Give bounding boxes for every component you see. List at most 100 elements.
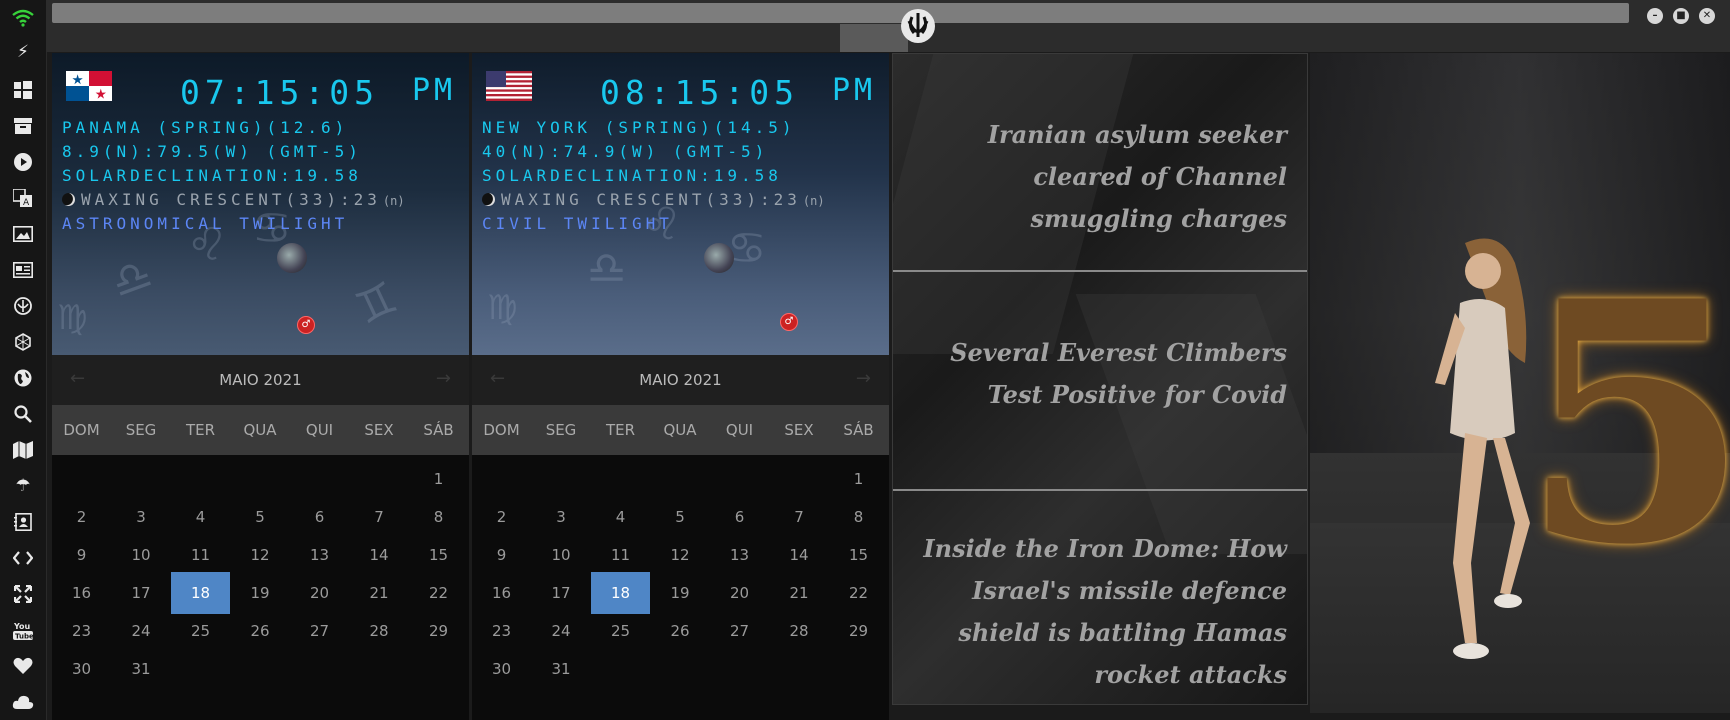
calendar-day[interactable]: 9 (52, 534, 111, 576)
calendar-month-title[interactable]: MAIO 2021 (472, 371, 889, 389)
calendar-day[interactable]: 28 (770, 610, 829, 652)
calendar-day[interactable]: 6 (290, 496, 349, 538)
calendar-day-today[interactable]: 18 (171, 572, 230, 614)
news-headline[interactable]: Iranian asylum seeker cleared of Channel… (907, 114, 1287, 240)
heart-icon[interactable] (11, 654, 35, 678)
calendar-day[interactable]: 12 (651, 534, 710, 576)
rebel-alliance-logo[interactable] (898, 6, 938, 46)
calendar-day[interactable]: 4 (591, 496, 650, 538)
calendar-day[interactable]: 24 (112, 610, 171, 652)
translate-icon[interactable]: A (11, 186, 35, 210)
calendar-day[interactable]: 20 (290, 572, 349, 614)
calendar-day[interactable]: 27 (290, 610, 349, 652)
calendar-day[interactable]: 31 (112, 648, 171, 690)
image-icon[interactable] (11, 222, 35, 246)
wifi-icon[interactable] (11, 6, 35, 30)
calendar-day[interactable]: 21 (770, 572, 829, 614)
calendar-day[interactable]: 5 (651, 496, 710, 538)
calendar-day[interactable]: 19 (651, 572, 710, 614)
zodiac-libra-icon: ♎ (587, 243, 627, 294)
calendar-day[interactable]: 3 (532, 496, 591, 538)
hexagon-icon[interactable] (11, 330, 35, 354)
calendar-day[interactable]: 3 (112, 496, 171, 538)
calendar-day[interactable]: 24 (532, 610, 591, 652)
calendar-day[interactable]: 15 (829, 534, 888, 576)
calendar-day[interactable]: 30 (52, 648, 111, 690)
calendar-day[interactable]: 11 (591, 534, 650, 576)
weekday-header: DOM (63, 421, 100, 439)
contact-icon[interactable] (11, 510, 35, 534)
calendar-day[interactable]: 23 (472, 610, 531, 652)
calendar-day[interactable]: 12 (231, 534, 290, 576)
next-month-button[interactable]: → (856, 368, 871, 389)
calendar-day[interactable]: 26 (651, 610, 710, 652)
news-headline[interactable]: Inside the Iron Dome: How Israel's missi… (907, 528, 1287, 696)
calendar-day-today[interactable]: 18 (591, 572, 650, 614)
calendar-day[interactable]: 31 (532, 648, 591, 690)
calendar-day[interactable]: 1 (409, 458, 468, 500)
calendar-day[interactable]: 25 (591, 610, 650, 652)
news-icon[interactable] (11, 258, 35, 282)
calendar-day[interactable]: 9 (472, 534, 531, 576)
bolt-icon[interactable]: ⚡ (11, 40, 35, 64)
calendar-day[interactable]: 21 (350, 572, 409, 614)
news-headline[interactable]: Several Everest Climbers Test Positive f… (907, 332, 1287, 416)
calendar-day[interactable]: 16 (472, 572, 531, 614)
calendar-day[interactable]: 15 (409, 534, 468, 576)
expand-icon[interactable] (11, 582, 35, 606)
calendar-day[interactable]: 11 (171, 534, 230, 576)
calendar-day[interactable]: 14 (350, 534, 409, 576)
calendar-day[interactable]: 25 (171, 610, 230, 652)
feature-photo[interactable]: 5 (1310, 53, 1730, 713)
calendar-day[interactable]: 23 (52, 610, 111, 652)
next-month-button[interactable]: → (436, 368, 451, 389)
weekday-header: SEX (364, 421, 394, 439)
calendar-day[interactable]: 6 (710, 496, 769, 538)
calendar-day[interactable]: 14 (770, 534, 829, 576)
calendar-day[interactable]: 8 (829, 496, 888, 538)
calendar-day[interactable]: 27 (710, 610, 769, 652)
cloud-icon[interactable] (11, 690, 35, 714)
calendar-day[interactable]: 19 (231, 572, 290, 614)
calendar-day[interactable]: 22 (409, 572, 468, 614)
umbrella-icon[interactable]: ☂ (11, 474, 35, 498)
code-icon[interactable] (11, 546, 35, 570)
calendar-day[interactable]: 5 (231, 496, 290, 538)
close-button[interactable]: ✕ (1699, 8, 1715, 24)
calendar-day[interactable]: 29 (829, 610, 888, 652)
calendar-day[interactable]: 28 (350, 610, 409, 652)
play-icon[interactable] (11, 150, 35, 174)
calendar-day[interactable]: 10 (532, 534, 591, 576)
calendar-day[interactable]: 29 (409, 610, 468, 652)
globe-icon[interactable] (11, 366, 35, 390)
calendar-day[interactable]: 16 (52, 572, 111, 614)
calendar-day[interactable]: 13 (710, 534, 769, 576)
search-icon[interactable] (11, 402, 35, 426)
weekday-header: QUA (663, 421, 697, 439)
windows-icon[interactable] (11, 78, 35, 102)
calendar-day[interactable]: 10 (112, 534, 171, 576)
calendar-day[interactable]: 2 (472, 496, 531, 538)
calendar-day[interactable]: 4 (171, 496, 230, 538)
calendar-day[interactable]: 7 (770, 496, 829, 538)
calendar-month-title[interactable]: MAIO 2021 (52, 371, 469, 389)
address-bar[interactable] (52, 3, 1629, 23)
calendar-day[interactable]: 30 (472, 648, 531, 690)
calendar-day[interactable]: 17 (112, 572, 171, 614)
youtube-icon[interactable]: You Tube (11, 618, 35, 642)
calendar-day[interactable]: 7 (350, 496, 409, 538)
calendar-day[interactable]: 2 (52, 496, 111, 538)
map-icon[interactable] (11, 438, 35, 462)
maximize-button[interactable]: ■ (1673, 8, 1689, 24)
calendar-day[interactable]: 20 (710, 572, 769, 614)
rebel-icon[interactable] (11, 294, 35, 318)
calendar-day[interactable]: 22 (829, 572, 888, 614)
calendar-day[interactable]: 17 (532, 572, 591, 614)
archive-icon[interactable] (11, 114, 35, 138)
calendar-day[interactable]: 1 (829, 458, 888, 500)
calendar-day[interactable]: 26 (231, 610, 290, 652)
calendar-day[interactable]: 13 (290, 534, 349, 576)
usa-flag-icon (486, 71, 532, 101)
minimize-button[interactable]: – (1647, 8, 1663, 24)
calendar-day[interactable]: 8 (409, 496, 468, 538)
